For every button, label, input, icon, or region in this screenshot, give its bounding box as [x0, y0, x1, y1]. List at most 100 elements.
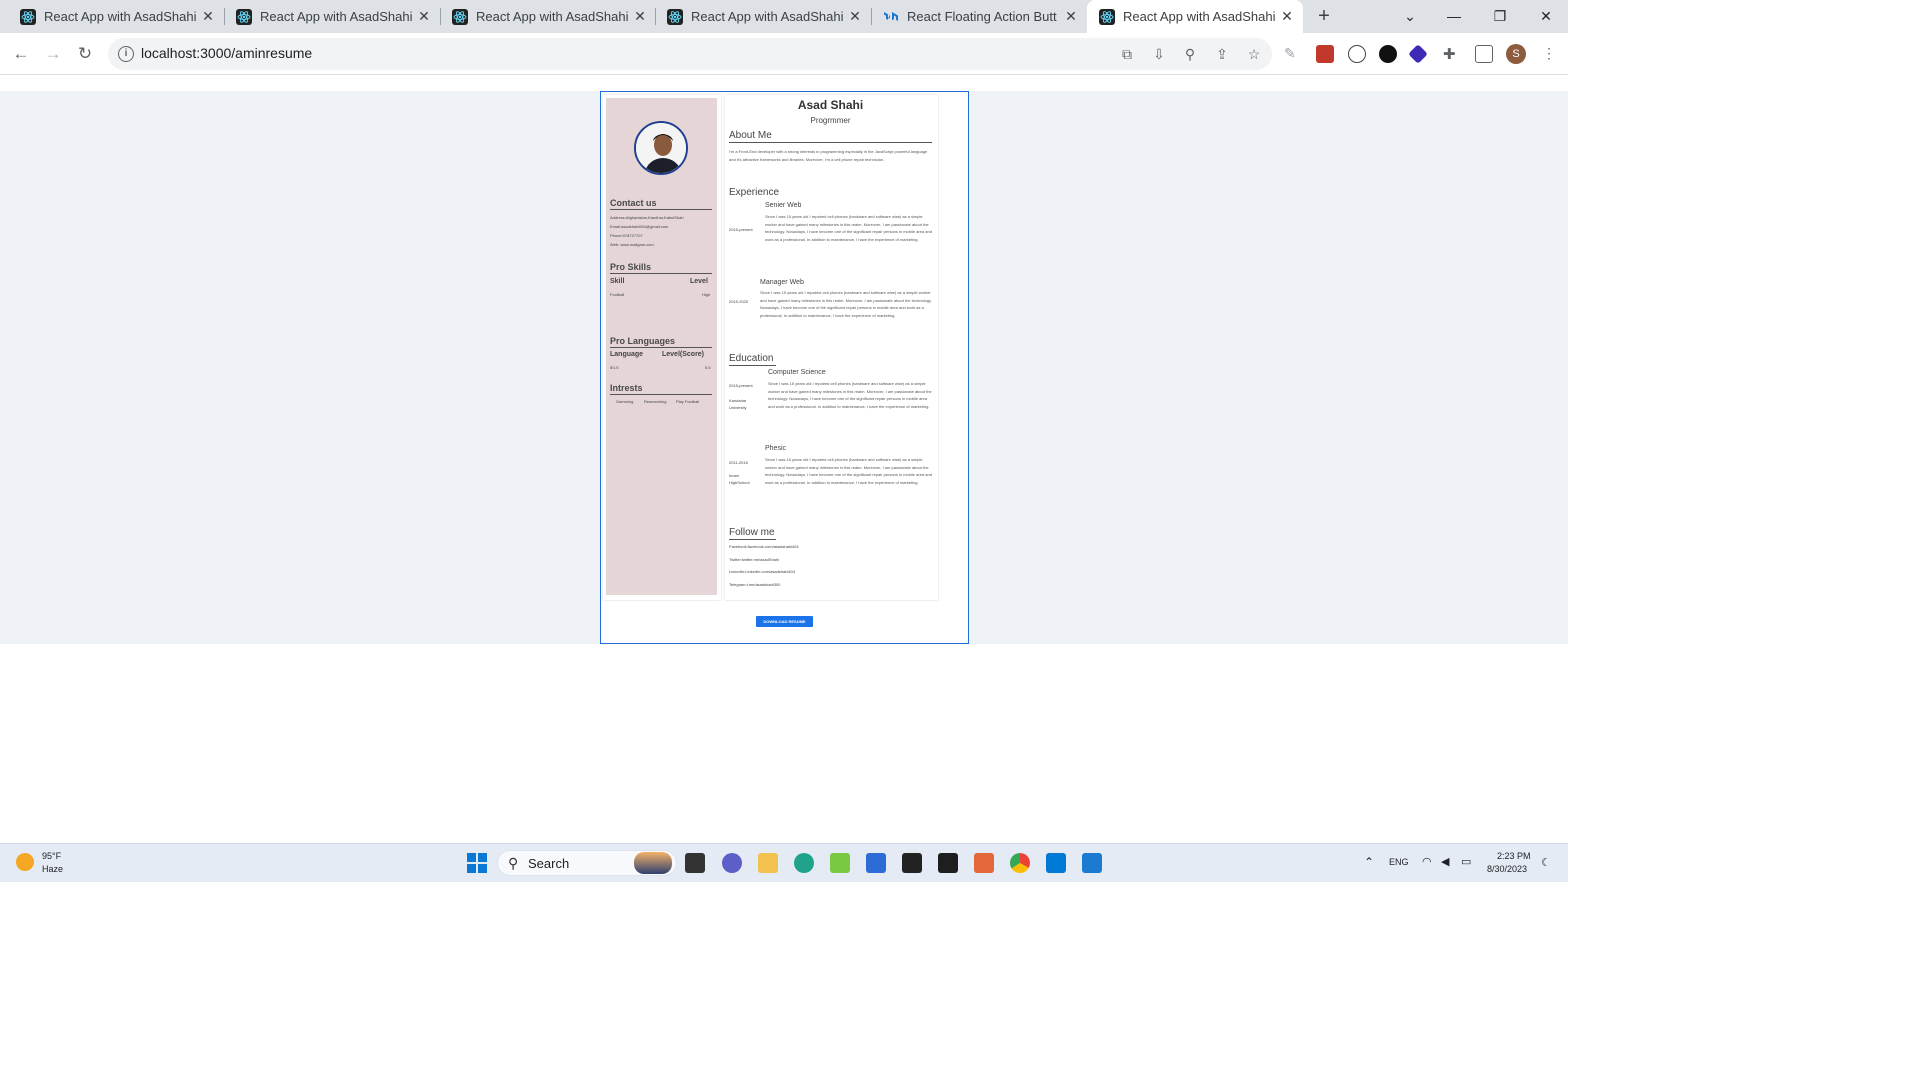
- close-icon[interactable]: ✕: [200, 8, 216, 24]
- experience-period: 2015-2020: [729, 299, 749, 304]
- weather-condition[interactable]: Haze: [42, 864, 63, 874]
- experience-title: Senier Web: [765, 202, 802, 209]
- follow-twitter-link[interactable]: Twitter:twitter.me/asadShahi: [729, 557, 779, 562]
- media-player-icon[interactable]: [1082, 853, 1102, 873]
- education-title: Computer Science: [768, 369, 826, 376]
- tab-6-active[interactable]: React App with AsadShahi ✕: [1087, 0, 1303, 33]
- language-indicator[interactable]: ENG: [1389, 857, 1409, 867]
- vscode-icon[interactable]: [1046, 853, 1066, 873]
- profile-photo: [634, 121, 688, 175]
- download-resume-button[interactable]: DOWNLOAD RESUME: [756, 616, 813, 627]
- education-period: 2011-2016: [729, 460, 748, 465]
- skill-name: Football: [610, 292, 625, 297]
- store-icon[interactable]: [866, 853, 886, 873]
- react-icon: [667, 8, 683, 25]
- divider: [610, 394, 712, 395]
- edge-icon[interactable]: [794, 853, 814, 873]
- clock-time[interactable]: 2:23 PM: [1497, 851, 1531, 861]
- terminal-icon[interactable]: [938, 853, 958, 873]
- education-title: Phesic: [765, 445, 787, 452]
- close-icon[interactable]: ✕: [1279, 8, 1295, 24]
- react-icon: [236, 8, 252, 25]
- snipping-tool-icon[interactable]: [830, 853, 850, 873]
- tab-title: React App with AsadShahi: [691, 9, 844, 24]
- tab-title: React Floating Action Button: [907, 9, 1057, 24]
- follow-facebook-link[interactable]: Facebook:facebook.com/asadshahi404: [729, 544, 799, 549]
- weather-temp[interactable]: 95°F: [42, 851, 61, 861]
- tab-1[interactable]: React App with AsadShahi ✕: [0, 0, 224, 33]
- menu-kebab-icon[interactable]: ⋮: [1540, 45, 1558, 63]
- close-icon[interactable]: ✕: [1063, 8, 1079, 24]
- volume-icon[interactable]: ◀: [1441, 855, 1449, 868]
- zoom-icon[interactable]: ⚲: [1181, 45, 1199, 63]
- follow-telegram-link[interactable]: Telegram:t.me/asadshahi300: [729, 582, 780, 587]
- extension-grid-icon[interactable]: [1316, 45, 1334, 63]
- weather-sun-icon[interactable]: [16, 853, 34, 871]
- url-text[interactable]: localhost:3000/aminresume: [141, 45, 312, 61]
- teams-chat-icon[interactable]: [722, 853, 742, 873]
- profile-avatar[interactable]: S: [1506, 44, 1526, 64]
- resume-name: Asad Shahi: [797, 98, 864, 112]
- sticky-notes-icon[interactable]: [902, 853, 922, 873]
- close-icon[interactable]: ✕: [416, 8, 432, 24]
- divider: [610, 347, 712, 348]
- windows-taskbar: [0, 843, 1568, 882]
- contact-heading: Contact us: [610, 198, 657, 208]
- wifi-icon[interactable]: ◠: [1422, 855, 1432, 868]
- windows-start-icon[interactable]: [467, 853, 487, 873]
- extension-n-icon[interactable]: [1379, 45, 1397, 63]
- divider: [610, 273, 712, 274]
- minimize-button[interactable]: —: [1440, 4, 1468, 28]
- forward-button[interactable]: →: [40, 41, 66, 67]
- experience-heading: Experience: [729, 187, 780, 198]
- site-info-icon[interactable]: i: [118, 46, 134, 62]
- skills-col-level: Level: [690, 278, 708, 285]
- tab-3[interactable]: React App with AsadShahi ✕: [432, 0, 656, 33]
- education-period: 2015-present: [729, 383, 753, 388]
- maximize-button[interactable]: ❐: [1486, 4, 1514, 28]
- contact-phone: Phone:078727707: [610, 233, 643, 238]
- tray-chevron-icon[interactable]: ⌃: [1364, 855, 1374, 869]
- education-text: Since I was 15 years old I repaired cell…: [765, 457, 932, 485]
- address-bar[interactable]: i localhost:3000/aminresume ⧉ ⇩ ⚲ ⇪ ☆: [108, 38, 1272, 70]
- file-explorer-icon[interactable]: [758, 853, 778, 873]
- interest-item: Gamming: [616, 399, 634, 404]
- close-icon[interactable]: ✕: [632, 8, 648, 24]
- taskbar-search[interactable]: ⚲ Search: [497, 850, 677, 876]
- tab-2[interactable]: React App with AsadShahi ✕: [216, 0, 440, 33]
- share-icon[interactable]: ⇪: [1213, 45, 1231, 63]
- extension-code-icon[interactable]: [1348, 45, 1366, 63]
- battery-icon[interactable]: ▭: [1461, 855, 1471, 868]
- chrome-icon[interactable]: [1010, 853, 1030, 873]
- extensions-puzzle-icon[interactable]: ✚: [1443, 45, 1461, 63]
- tab-5[interactable]: React Floating Action Button ✕: [863, 0, 1087, 33]
- interest-item: Researching: [644, 399, 667, 404]
- bookmark-star-icon[interactable]: ☆: [1245, 45, 1263, 63]
- notification-icon[interactable]: ☾: [1541, 856, 1551, 869]
- tab-title: React App with AsadShahi: [1123, 9, 1276, 24]
- tab-4[interactable]: React App with AsadShahi ✕: [647, 0, 871, 33]
- contact-address: Address:Afghanistan,Kandhar,KabulShah: [610, 215, 684, 220]
- close-icon[interactable]: ✕: [847, 8, 863, 24]
- side-panel-icon[interactable]: [1475, 45, 1493, 63]
- clock-date[interactable]: 8/30/2023: [1487, 864, 1527, 874]
- divider: [729, 142, 932, 143]
- new-tab-button[interactable]: +: [1313, 6, 1335, 28]
- tab-search-chevron-icon[interactable]: ⌄: [1396, 4, 1424, 28]
- education-place: Imam HighSchool: [729, 473, 750, 485]
- skills-heading: Pro Skills: [610, 262, 652, 272]
- react-icon: [20, 8, 36, 25]
- follow-linkedin-link[interactable]: LinkedIn:LinkedIn.com/asadshahi404: [729, 569, 795, 574]
- task-view-icon[interactable]: [685, 853, 705, 873]
- extension-pen-icon[interactable]: ✎: [1284, 45, 1302, 63]
- xampp-icon[interactable]: [974, 853, 994, 873]
- reload-button[interactable]: ↻: [72, 41, 98, 67]
- education-place: Kandahar University: [729, 398, 747, 410]
- back-button[interactable]: ←: [8, 41, 34, 67]
- languages-heading: Pro Languages: [610, 336, 676, 346]
- divider: [610, 209, 712, 210]
- close-window-button[interactable]: ✕: [1532, 4, 1560, 28]
- install-icon[interactable]: ⇩: [1150, 45, 1168, 63]
- interest-item: Play Football: [676, 399, 700, 404]
- open-in-app-icon[interactable]: ⧉: [1118, 45, 1136, 63]
